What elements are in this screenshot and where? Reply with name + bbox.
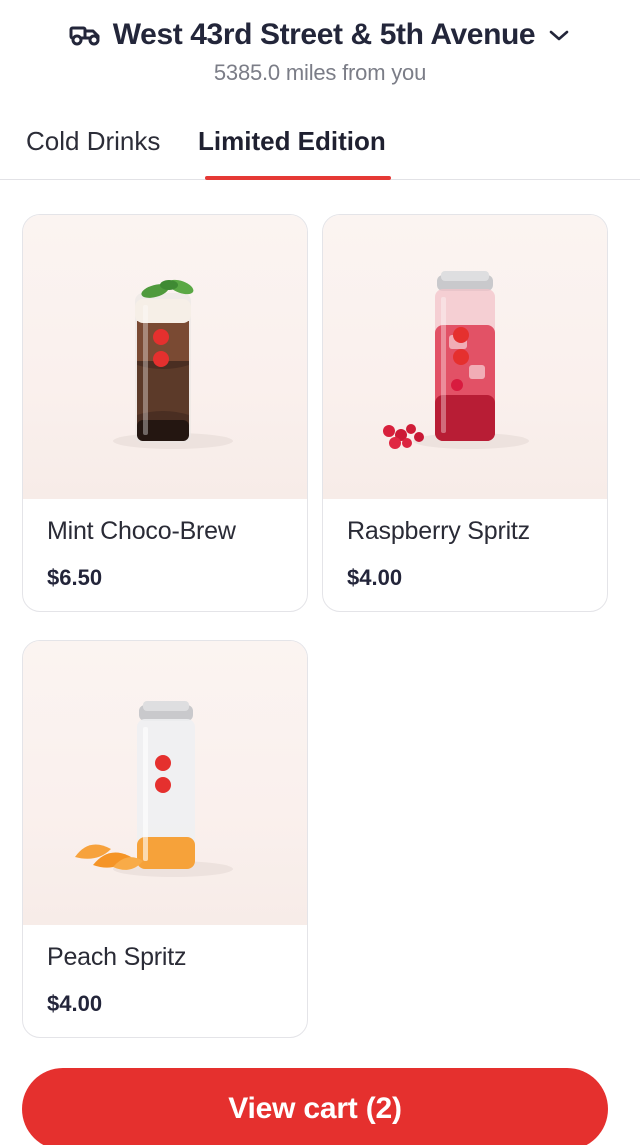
product-card-peach-spritz[interactable]: Peach Spritz $4.00 bbox=[22, 640, 308, 1038]
view-cart-button[interactable]: View cart (2) bbox=[22, 1068, 608, 1145]
peach-spritz-image bbox=[23, 641, 307, 925]
raspberry-spritz-image bbox=[323, 215, 607, 499]
product-price: $4.00 bbox=[347, 565, 403, 590]
product-price: $4.00 bbox=[47, 991, 103, 1016]
tab-limited-edition[interactable]: Limited Edition bbox=[198, 126, 386, 157]
product-card-raspberry-spritz[interactable]: Raspberry Spritz $4.00 bbox=[322, 214, 608, 612]
product-name: Peach Spritz bbox=[47, 943, 187, 971]
view-cart-label: View cart (2) bbox=[228, 1092, 402, 1125]
chevron-down-icon bbox=[547, 23, 571, 47]
tab-cold-drinks[interactable]: Cold Drinks bbox=[26, 126, 160, 157]
header: West 43rd Street & 5th Avenue 5385.0 mil… bbox=[0, 0, 640, 100]
location-name: West 43rd Street & 5th Avenue bbox=[112, 18, 536, 51]
mint-choco-brew-image bbox=[23, 215, 307, 499]
delivery-truck-icon bbox=[69, 24, 103, 46]
category-tabs: Cold Drinks Limited Edition bbox=[0, 114, 640, 180]
product-price: $6.50 bbox=[47, 565, 103, 590]
product-name: Mint Choco-Brew bbox=[47, 517, 236, 545]
active-tab-indicator bbox=[205, 176, 391, 180]
location-selector[interactable]: West 43rd Street & 5th Avenue bbox=[0, 16, 640, 54]
distance-text: 5385.0 miles from you bbox=[213, 60, 427, 85]
menu-page: West 43rd Street & 5th Avenue 5385.0 mil… bbox=[0, 0, 640, 1145]
product-name: Raspberry Spritz bbox=[347, 517, 530, 545]
product-card-mint-choco-brew[interactable]: Mint Choco-Brew $6.50 bbox=[22, 214, 308, 612]
